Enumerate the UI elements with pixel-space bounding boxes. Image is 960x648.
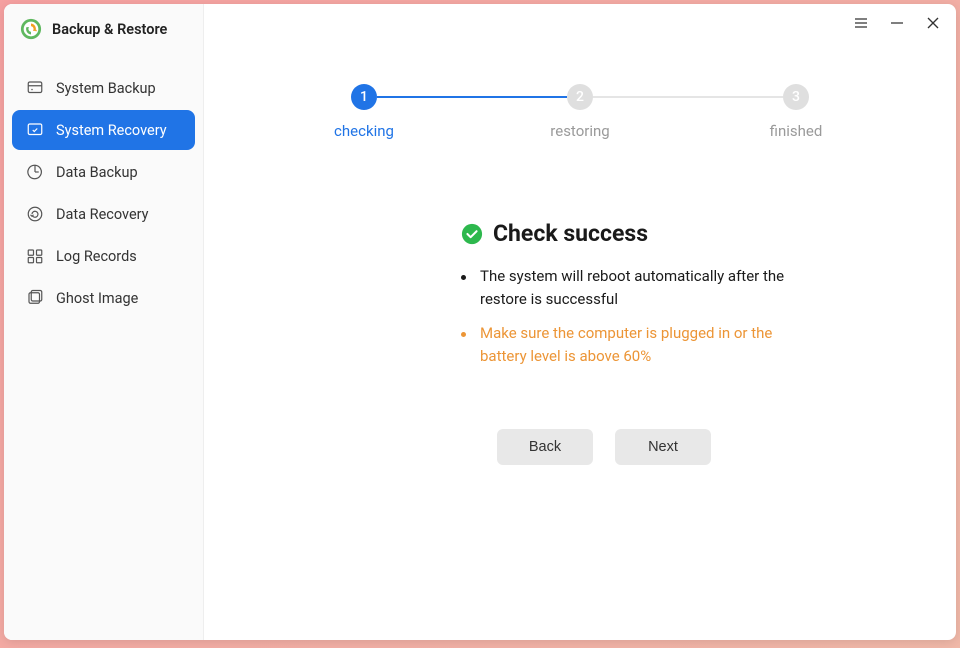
bullet-icon — [461, 332, 466, 337]
step-circle: 2 — [567, 84, 593, 110]
sidebar-item-label: System Recovery — [56, 122, 167, 139]
check-header: Check success — [461, 220, 916, 247]
ghost-image-icon — [26, 289, 44, 307]
next-button[interactable]: Next — [615, 429, 711, 465]
sidebar-item-label: Log Records — [56, 248, 137, 265]
step-line-1 — [377, 96, 567, 98]
step-label: finished — [770, 122, 823, 140]
data-backup-icon — [26, 163, 44, 181]
action-buttons: Back Next — [497, 429, 916, 465]
app-logo-icon — [20, 18, 42, 40]
step-line-2 — [593, 96, 783, 98]
main-content: 1 checking 2 restoring 3 finished — [204, 4, 956, 640]
step-restoring: 2 restoring — [540, 84, 620, 140]
app-header: Backup & Restore — [4, 4, 203, 54]
data-recovery-icon — [26, 205, 44, 223]
app-title: Backup & Restore — [52, 21, 167, 38]
check-message-text: Make sure the computer is plugged in or … — [480, 322, 801, 367]
sidebar-item-label: Ghost Image — [56, 290, 138, 307]
titlebar-controls — [852, 14, 942, 32]
sidebar-item-label: System Backup — [56, 80, 156, 97]
system-backup-icon — [26, 79, 44, 97]
sidebar-nav: System Backup System Recovery — [4, 54, 203, 318]
step-circle: 3 — [783, 84, 809, 110]
sidebar: Backup & Restore System Backup — [4, 4, 204, 640]
back-button[interactable]: Back — [497, 429, 593, 465]
sidebar-item-data-backup[interactable]: Data Backup — [12, 152, 195, 192]
bullet-icon — [461, 275, 466, 280]
sidebar-item-ghost-image[interactable]: Ghost Image — [12, 278, 195, 318]
check-message-text: The system will reboot automatically aft… — [480, 265, 801, 310]
wizard-steps: 1 checking 2 restoring 3 finished — [324, 84, 836, 140]
step-checking: 1 checking — [324, 84, 404, 140]
step-circle: 1 — [351, 84, 377, 110]
close-button[interactable] — [924, 14, 942, 32]
app-window: Backup & Restore System Backup — [4, 4, 956, 640]
step-label: checking — [334, 122, 394, 140]
check-content: Check success The system will reboot aut… — [244, 220, 916, 465]
minimize-button[interactable] — [888, 14, 906, 32]
sidebar-item-data-recovery[interactable]: Data Recovery — [12, 194, 195, 234]
log-records-icon — [26, 247, 44, 265]
system-recovery-icon — [26, 121, 44, 139]
menu-button[interactable] — [852, 14, 870, 32]
wizard: 1 checking 2 restoring 3 finished — [204, 4, 956, 465]
check-messages: The system will reboot automatically aft… — [461, 259, 916, 373]
sidebar-item-label: Data Backup — [56, 164, 138, 181]
check-title: Check success — [493, 220, 648, 247]
step-label: restoring — [550, 122, 609, 140]
sidebar-item-label: Data Recovery — [56, 206, 149, 223]
step-finished: 3 finished — [756, 84, 836, 140]
sidebar-item-log-records[interactable]: Log Records — [12, 236, 195, 276]
check-success-icon — [461, 223, 483, 245]
check-message: The system will reboot automatically aft… — [461, 259, 801, 316]
sidebar-item-system-backup[interactable]: System Backup — [12, 68, 195, 108]
check-message: Make sure the computer is plugged in or … — [461, 316, 801, 373]
sidebar-item-system-recovery[interactable]: System Recovery — [12, 110, 195, 150]
